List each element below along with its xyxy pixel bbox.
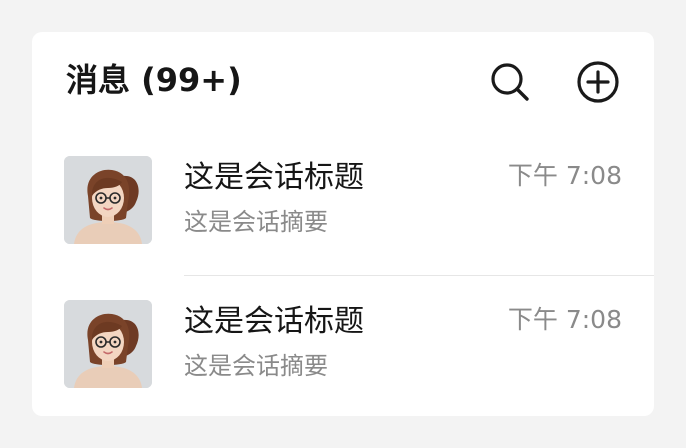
conversation-time: 下午 7:08 <box>507 305 622 334</box>
girl-with-glasses-avatar-icon <box>64 300 152 388</box>
search-icon <box>489 61 531 103</box>
message-card: 消息 (99+) 这是会话标题 这是会话摘要 下午 7:08 这是会话标题 这是… <box>32 32 654 416</box>
add-button[interactable] <box>576 60 620 104</box>
conversation-title: 这是会话标题 <box>184 304 364 339</box>
conversation-list: 这是会话标题 这是会话摘要 下午 7:08 这是会话标题 这是会话摘要 下午 7… <box>32 132 654 420</box>
avatar <box>64 156 152 244</box>
page-title: 消息 (99+) <box>66 61 242 99</box>
girl-with-glasses-avatar-icon <box>64 156 152 244</box>
conversation-summary: 这是会话摘要 <box>184 352 328 380</box>
conversation-time: 下午 7:08 <box>507 161 622 190</box>
conversation-item[interactable]: 这是会话标题 这是会话摘要 下午 7:08 <box>32 132 654 276</box>
message-header: 消息 (99+) <box>32 32 654 132</box>
conversation-summary: 这是会话摘要 <box>184 208 328 236</box>
conversation-title: 这是会话标题 <box>184 160 364 195</box>
search-button[interactable] <box>488 60 532 104</box>
avatar <box>64 300 152 388</box>
conversation-item[interactable]: 这是会话标题 这是会话摘要 下午 7:08 <box>32 276 654 420</box>
add-circle-icon <box>576 60 620 104</box>
